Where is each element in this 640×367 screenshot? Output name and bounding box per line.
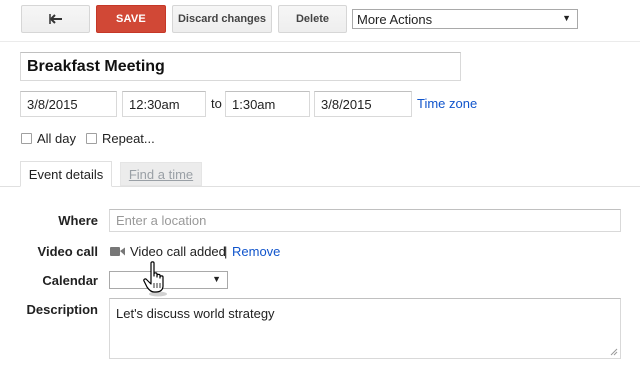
calendar-label: Calendar	[42, 273, 98, 288]
back-button[interactable]	[21, 5, 90, 33]
video-camera-icon	[110, 247, 125, 256]
save-button[interactable]: SAVE	[96, 5, 166, 33]
video-call-status: Video call added	[130, 244, 226, 259]
description-value: Let's discuss world strategy	[116, 306, 275, 321]
dropdown-arrow-icon: ▼	[562, 13, 571, 23]
discard-changes-button[interactable]: Discard changes	[172, 5, 272, 33]
delete-button[interactable]: Delete	[278, 5, 347, 33]
start-date-input[interactable]: 3/8/2015	[20, 91, 117, 117]
repeat-checkbox[interactable]	[86, 133, 97, 144]
where-placeholder: Enter a location	[116, 213, 207, 228]
start-time-input[interactable]: 12:30am	[122, 91, 206, 117]
where-input[interactable]: Enter a location	[109, 209, 621, 232]
description-textarea[interactable]: Let's discuss world strategy	[109, 298, 621, 359]
repeat-label: Repeat...	[102, 131, 155, 146]
resize-handle-icon[interactable]	[610, 348, 618, 356]
description-label: Description	[26, 302, 98, 317]
time-zone-link[interactable]: Time zone	[417, 96, 477, 111]
all-day-label: All day	[37, 131, 77, 146]
more-actions-select[interactable]: More Actions ▼	[352, 9, 578, 29]
remove-video-call-link[interactable]: Remove	[232, 244, 280, 259]
hand-pointer-icon	[143, 261, 167, 297]
all-day-checkbox[interactable]	[21, 133, 32, 144]
video-call-label: Video call	[37, 244, 98, 259]
video-call-separator: |	[224, 244, 228, 259]
dropdown-arrow-icon: ▼	[212, 274, 221, 284]
end-time-input[interactable]: 1:30am	[225, 91, 310, 117]
where-label: Where	[58, 213, 98, 228]
event-title-input[interactable]: Breakfast Meeting	[20, 52, 461, 81]
back-arrow-icon	[48, 14, 62, 24]
to-label: to	[211, 96, 222, 111]
tab-event-details[interactable]: Event details	[20, 161, 112, 187]
end-date-input[interactable]: 3/8/2015	[314, 91, 412, 117]
tab-find-a-time[interactable]: Find a time	[120, 162, 202, 186]
toolbar-divider	[0, 41, 640, 42]
more-actions-value: More Actions	[357, 11, 433, 27]
